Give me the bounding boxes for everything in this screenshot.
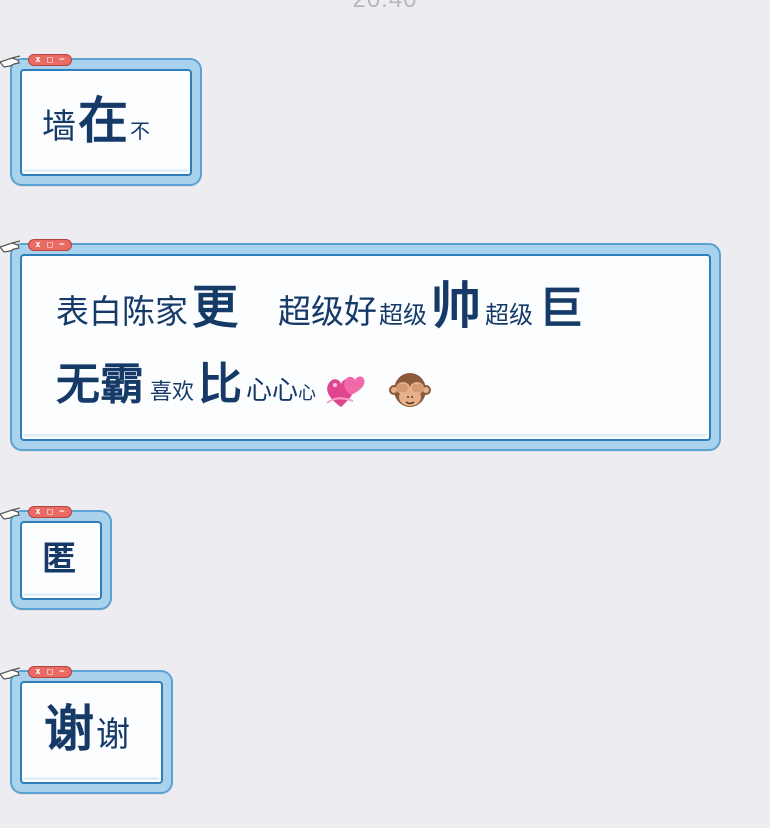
maximize-icon: □ — [47, 666, 53, 677]
pointing-hand-icon — [0, 667, 21, 680]
message-text-2-line-2: 无霸 喜欢比 心心心 — [56, 363, 434, 414]
minimize-icon: − — [59, 54, 65, 65]
minimize-icon: − — [59, 666, 65, 677]
message-2-seg-9: 喜欢 — [150, 380, 195, 405]
message-2-seg-8: 无霸 — [56, 359, 144, 410]
message-2-seg-2: 更 — [192, 280, 238, 334]
see-no-evil-monkey-icon — [389, 372, 432, 407]
window-controls: x □ − — [28, 506, 72, 518]
close-icon: x — [35, 54, 41, 65]
pointing-hand-icon — [0, 55, 21, 68]
close-icon: x — [35, 666, 41, 677]
message-text-2-line-1: 表白陈家更 超级好超级帅 超级巨 — [56, 281, 583, 331]
message-4-seg-1: 谢 — [44, 700, 94, 758]
message-timestamp: 20:40 — [0, 0, 770, 14]
window-controls: x □ − — [28, 239, 72, 251]
message-2-seg-7: 巨 — [539, 283, 583, 334]
chat-bubble-1[interactable]: x □ − 墙在不 — [0, 54, 202, 186]
minimize-icon: − — [59, 239, 65, 250]
message-2-seg-5: 帅 — [431, 277, 481, 335]
message-2-seg-1: 表白陈家 — [56, 292, 188, 331]
pointing-hand-icon — [0, 507, 21, 520]
message-2-seg-3: 超级好 — [278, 292, 377, 331]
window-controls: x □ − — [28, 666, 72, 678]
message-text-1: 墙在不 — [42, 96, 150, 146]
window-controls: x □ − — [28, 54, 72, 66]
pointing-hand-icon — [0, 240, 21, 253]
close-icon: x — [35, 506, 41, 517]
message-2-seg-11: 心心 — [246, 376, 299, 406]
message-text-3: 匿 — [42, 542, 76, 576]
maximize-icon: □ — [47, 239, 53, 250]
sparkling-heart-icon — [326, 375, 365, 407]
message-2-seg-4: 超级 — [379, 301, 427, 329]
message-text-4: 谢谢 — [44, 704, 130, 754]
chat-bubble-3[interactable]: x □ − 匿 — [0, 506, 112, 610]
chat-bubble-2[interactable]: x □ − 表白陈家更 超级好超级帅 超级巨 无霸 喜欢比 心心心 — [0, 239, 721, 451]
close-icon: x — [35, 239, 41, 250]
message-2-seg-6: 超级 — [485, 301, 533, 329]
message-1-seg-3: 不 — [130, 119, 150, 143]
message-2-seg-12: 心 — [298, 383, 317, 404]
message-1-seg-1: 墙 — [42, 107, 76, 147]
maximize-icon: □ — [47, 506, 53, 517]
message-4-seg-2: 谢 — [96, 715, 130, 755]
message-1-seg-2: 在 — [78, 92, 128, 150]
message-2-seg-10: 比 — [198, 359, 243, 410]
maximize-icon: □ — [47, 54, 53, 65]
chat-bubble-4[interactable]: x □ − 谢谢 — [0, 666, 173, 794]
message-3-seg-1: 匿 — [42, 539, 76, 579]
minimize-icon: − — [59, 506, 65, 517]
